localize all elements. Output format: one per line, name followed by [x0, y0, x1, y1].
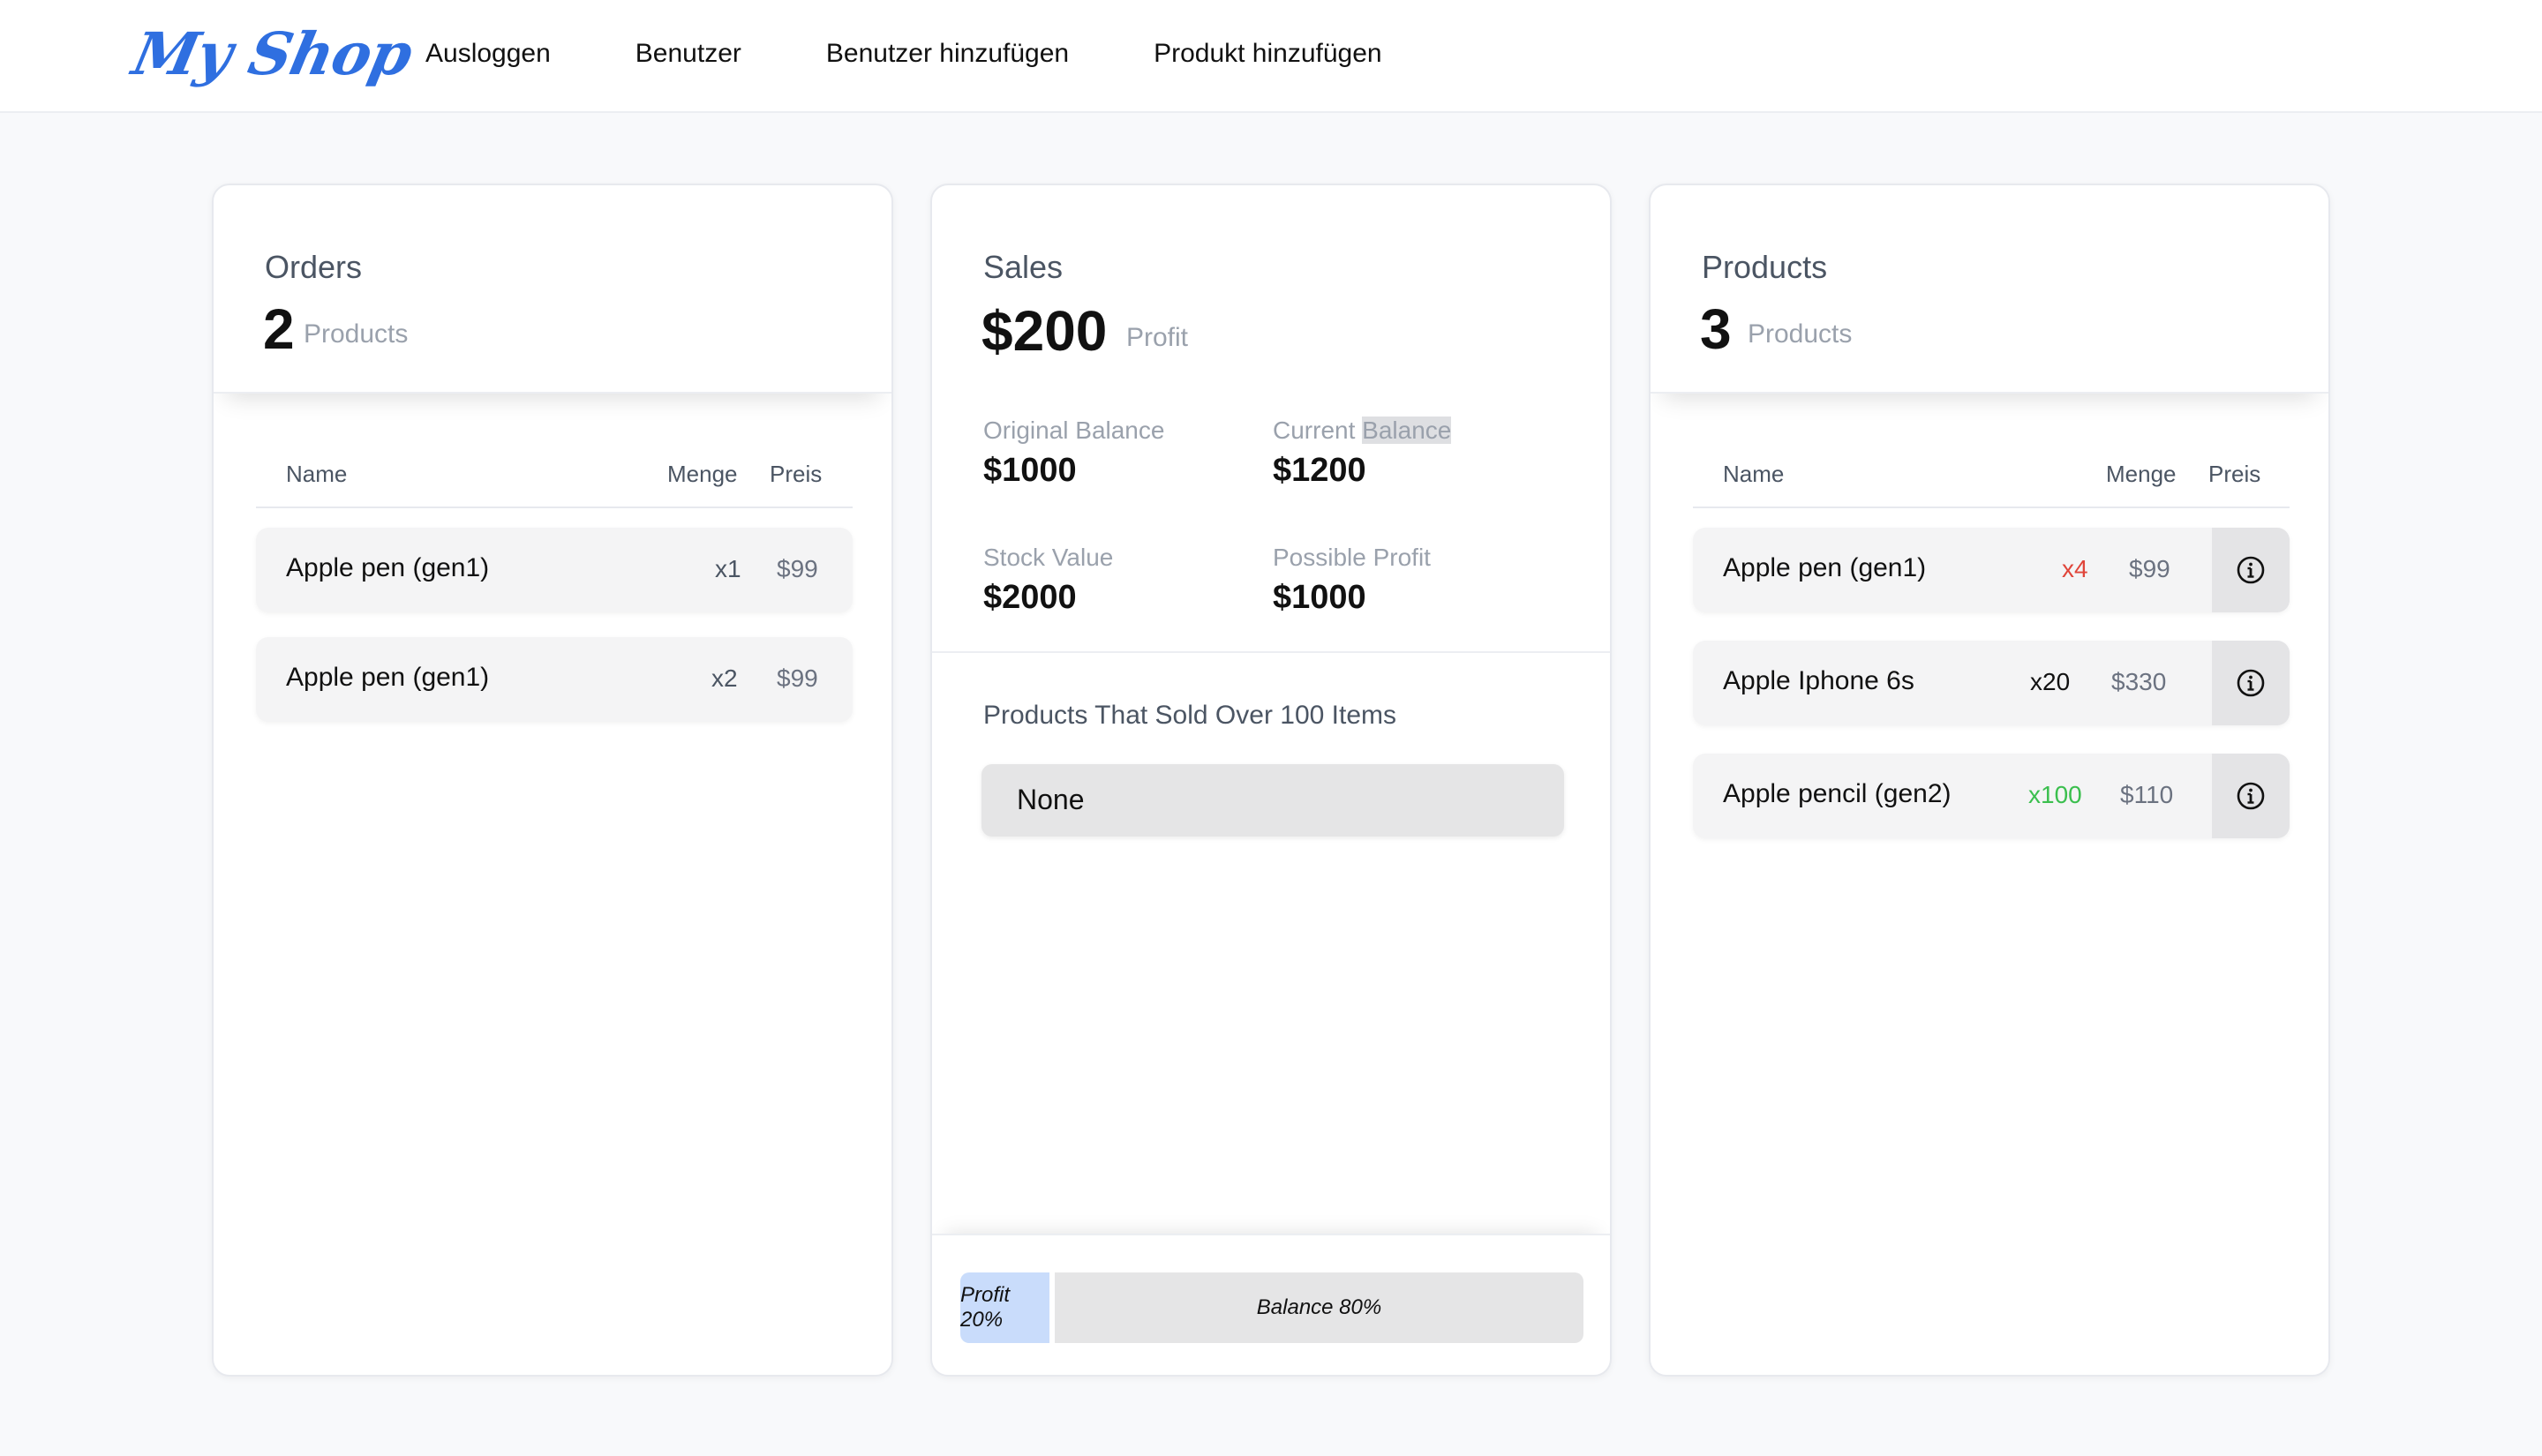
sales-title: Sales [983, 249, 1064, 285]
product-name: Apple Iphone 6s [1723, 666, 1914, 695]
balance-segment: Balance 80% [1055, 1272, 1583, 1343]
sales-amount: $200 [981, 299, 1108, 363]
sales-amount-unit: Profit [1126, 323, 1189, 352]
nav-links: Ausloggen Benutzer Benutzer hinzufügen P… [425, 39, 1467, 69]
products-card-header: Products 3 Products [1651, 185, 2328, 394]
orders-count-unit: Products [304, 319, 409, 349]
products-card: Products 3 Products Name Menge Preis App… [1649, 184, 2330, 1377]
stock-value-label: Stock Value [983, 544, 1114, 571]
product-name: Apple pencil (gen2) [1723, 779, 1952, 808]
product-quantity: x4 [2062, 555, 2088, 582]
product-info-button[interactable] [2212, 528, 2290, 612]
column-header-price: Preis [2208, 461, 2261, 487]
column-header-name: Name [1723, 461, 1785, 487]
nav-link-add-product[interactable]: Produkt hinzufügen [1154, 39, 1382, 69]
original-balance-value: $1000 [983, 452, 1077, 489]
product-quantity: x20 [2030, 668, 2071, 695]
sales-card: Sales $200 Profit Original Balance $1000… [930, 184, 1612, 1377]
product-quantity: x1 [715, 555, 741, 582]
shop-logo[interactable]: My Shop [127, 19, 418, 88]
table-row[interactable]: Apple pencil (gen2) x100 $110 [1693, 754, 2290, 838]
sold-over-100-value: None [1017, 784, 1085, 815]
profit-balance-bar: Profit 20% Balance 80% [960, 1272, 1583, 1343]
top-navbar: My Shop Ausloggen Benutzer Benutzer hinz… [0, 0, 2542, 113]
product-quantity: x2 [711, 664, 738, 692]
product-price: $99 [777, 555, 818, 582]
section-divider [932, 651, 1610, 653]
table-row[interactable]: Apple pen (gen1) x2 $99 [256, 637, 853, 722]
product-price: $330 [2111, 668, 2167, 695]
column-header-quantity: Menge [667, 461, 738, 487]
original-balance-label: Original Balance [983, 417, 1165, 444]
possible-profit-value: $1000 [1273, 579, 1366, 616]
profit-segment: Profit 20% [960, 1272, 1049, 1343]
nav-link-logout[interactable]: Ausloggen [425, 39, 551, 69]
product-name: Apple pen (gen1) [286, 553, 490, 582]
orders-table-header: Name Menge Preis [256, 450, 853, 508]
sold-over-100-list: None [981, 764, 1564, 837]
products-table-header: Name Menge Preis [1693, 450, 2290, 508]
stock-value-value: $2000 [983, 579, 1077, 616]
orders-title: Orders [265, 249, 363, 285]
current-balance-value: $1200 [1273, 452, 1366, 489]
product-price: $99 [2129, 555, 2170, 582]
possible-profit-label: Possible Profit [1273, 544, 1431, 571]
product-info-button[interactable] [2212, 754, 2290, 838]
product-quantity: x100 [2028, 781, 2082, 808]
table-row[interactable]: Apple pen (gen1) x4 $99 [1693, 528, 2290, 612]
info-icon [2237, 556, 2265, 584]
sold-over-100-title: Products That Sold Over 100 Items [983, 701, 1397, 730]
column-header-name: Name [286, 461, 348, 487]
products-count-unit: Products [1748, 319, 1853, 349]
table-row[interactable]: Apple pen (gen1) x1 $99 [256, 528, 853, 612]
sales-footer: Profit 20% Balance 80% [932, 1234, 1610, 1375]
product-price: $99 [777, 664, 818, 692]
column-header-price: Preis [770, 461, 823, 487]
nav-link-add-user[interactable]: Benutzer hinzufügen [826, 39, 1069, 69]
products-title: Products [1702, 249, 1828, 285]
orders-count: 2 [263, 297, 295, 361]
info-icon [2237, 782, 2265, 810]
product-info-button[interactable] [2212, 641, 2290, 725]
orders-card-header: Orders 2 Products [214, 185, 891, 394]
table-row[interactable]: Apple Iphone 6s x20 $330 [1693, 641, 2290, 725]
current-balance-label: Current Balance [1273, 417, 1452, 444]
column-header-quantity: Menge [2106, 461, 2177, 487]
product-name: Apple pen (gen1) [286, 663, 490, 692]
nav-link-users[interactable]: Benutzer [636, 39, 741, 69]
product-name: Apple pen (gen1) [1723, 553, 1927, 582]
products-count: 3 [1700, 297, 1732, 361]
orders-card: Orders 2 Products Name Menge Preis Apple… [212, 184, 893, 1377]
info-icon [2237, 669, 2265, 697]
product-price: $110 [2120, 781, 2174, 808]
